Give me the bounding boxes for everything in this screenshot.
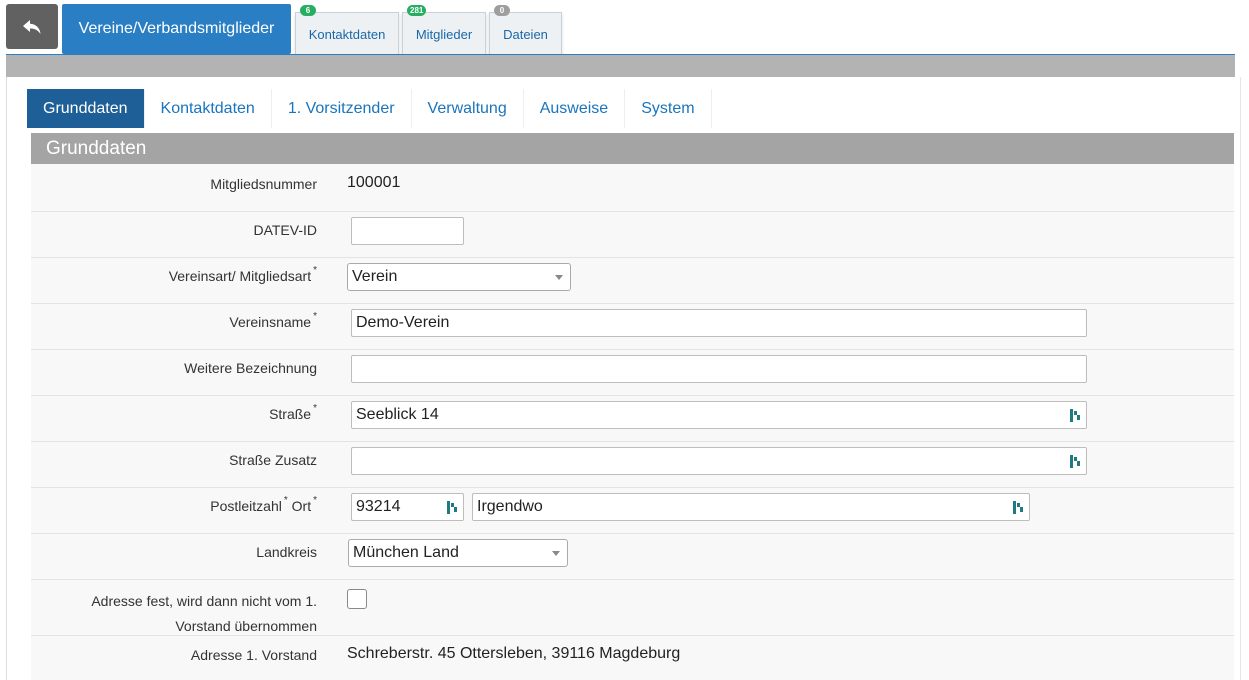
row-weitere-bezeichnung: Weitere Bezeichnung bbox=[31, 349, 1234, 396]
adresse-vorstand-label: Adresse 1. Vorstand bbox=[190, 647, 317, 663]
weitere-bezeichnung-label: Weitere Bezeichnung bbox=[184, 360, 317, 376]
row-datev-id: DATEV-ID bbox=[31, 211, 1234, 258]
plz-ort-label: Postleitzahl * Ort * bbox=[210, 495, 317, 514]
strasse-label: Straße * bbox=[269, 403, 317, 422]
detail-tabs: Grunddaten Kontaktdaten 1. Vorsitzender … bbox=[27, 89, 712, 128]
datev-id-input[interactable] bbox=[351, 217, 464, 245]
row-mitgliedsnummer: Mitgliedsnummer 100001 bbox=[31, 164, 1234, 212]
adresse-fest-label: Adresse fest, wird dann nicht vom 1. Vors… bbox=[91, 593, 317, 634]
strasse-input[interactable]: Seeblick 14 bbox=[351, 401, 1087, 429]
vereinsname-input[interactable]: Demo-Verein bbox=[351, 309, 1087, 337]
tab-vorsitzender[interactable]: 1. Vorsitzender bbox=[271, 89, 412, 128]
tab-mitglieder[interactable]: 281 Mitglieder bbox=[402, 5, 486, 55]
row-vereinsart: Vereinsart/ Mitgliedsart * Verein bbox=[31, 257, 1234, 304]
address-lookup-icon[interactable] bbox=[447, 501, 458, 514]
datev-id-label: DATEV-ID bbox=[253, 222, 317, 238]
tab-system[interactable]: System bbox=[625, 89, 712, 128]
tab-label: Kontaktdaten bbox=[308, 26, 386, 42]
tab-verwaltung[interactable]: Verwaltung bbox=[411, 89, 524, 128]
address-lookup-icon[interactable] bbox=[1070, 455, 1081, 468]
toolbar-strip bbox=[6, 55, 1235, 77]
frame-border bbox=[6, 77, 7, 680]
tab-grunddaten[interactable]: Grunddaten bbox=[27, 89, 145, 128]
address-lookup-icon[interactable] bbox=[1070, 409, 1081, 422]
tab-kontaktdaten[interactable]: Kontaktdaten bbox=[144, 89, 272, 128]
reply-arrow-icon bbox=[23, 19, 41, 34]
chevron-down-icon bbox=[552, 551, 560, 556]
tab-kontaktdaten-top[interactable]: 6 Kontaktdaten bbox=[295, 5, 399, 55]
landkreis-label: Landkreis bbox=[256, 544, 317, 560]
row-adresse-fest: Adresse fest, wird dann nicht vom 1. Vors… bbox=[31, 579, 1234, 636]
vereinsname-label: Vereinsname * bbox=[229, 311, 317, 330]
tab-ausweise[interactable]: Ausweise bbox=[523, 89, 626, 128]
back-button[interactable] bbox=[6, 4, 58, 49]
vereinsart-select[interactable]: Verein bbox=[347, 263, 571, 291]
chevron-down-icon bbox=[555, 275, 563, 280]
top-navigation: Vereine/Verbandsmitglieder 6 Kontaktdate… bbox=[0, 0, 1249, 60]
strasse-zusatz-input[interactable] bbox=[351, 447, 1087, 475]
landkreis-selected: München Land bbox=[353, 544, 459, 561]
frame-border bbox=[1240, 77, 1241, 680]
row-strasse: Straße * Seeblick 14 bbox=[31, 395, 1234, 442]
count-badge: 281 bbox=[407, 5, 427, 16]
plz-value: 93214 bbox=[356, 498, 401, 515]
row-landkreis: Landkreis München Land bbox=[31, 533, 1234, 580]
count-badge: 6 bbox=[300, 5, 316, 16]
count-badge: 0 bbox=[494, 5, 510, 16]
adresse-fest-checkbox[interactable] bbox=[347, 589, 367, 609]
mitgliedsnummer-value: 100001 bbox=[347, 174, 401, 191]
grunddaten-form: Mitgliedsnummer 100001 DATEV-ID Vereinsa… bbox=[31, 164, 1234, 680]
strasse-zusatz-label: Straße Zusatz bbox=[229, 452, 317, 468]
address-lookup-icon[interactable] bbox=[1013, 501, 1024, 514]
landkreis-select[interactable]: München Land bbox=[348, 539, 568, 567]
section-title: Grunddaten bbox=[31, 133, 1234, 164]
strasse-value: Seeblick 14 bbox=[356, 406, 439, 423]
row-vereinsname: Vereinsname * Demo-Verein bbox=[31, 303, 1234, 350]
row-strasse-zusatz: Straße Zusatz bbox=[31, 441, 1234, 488]
tab-dateien[interactable]: 0 Dateien bbox=[489, 5, 562, 55]
main-tab-label: Vereine/Verbandsmitglieder bbox=[78, 20, 275, 37]
row-adresse-vorstand: Adresse 1. Vorstand Schreberstr. 45 Otte… bbox=[31, 635, 1234, 680]
plz-input[interactable]: 93214 bbox=[351, 493, 464, 521]
row-plz-ort: Postleitzahl * Ort * 93214 Irgendwo bbox=[31, 487, 1234, 534]
ort-value: Irgendwo bbox=[477, 498, 543, 515]
adresse-vorstand-value: Schreberstr. 45 Ottersleben, 39116 Magde… bbox=[347, 645, 681, 662]
vereinsart-label: Vereinsart/ Mitgliedsart * bbox=[168, 265, 317, 284]
weitere-bezeichnung-input[interactable] bbox=[351, 355, 1087, 383]
tab-vereine-verbandsmitglieder[interactable]: Vereine/Verbandsmitglieder bbox=[62, 4, 291, 54]
tab-label: Dateien bbox=[503, 26, 548, 42]
tab-label: Mitglieder bbox=[415, 26, 473, 42]
mitgliedsnummer-label: Mitgliedsnummer bbox=[210, 176, 317, 192]
ort-input[interactable]: Irgendwo bbox=[472, 493, 1030, 521]
vereinsart-selected: Verein bbox=[352, 268, 398, 285]
